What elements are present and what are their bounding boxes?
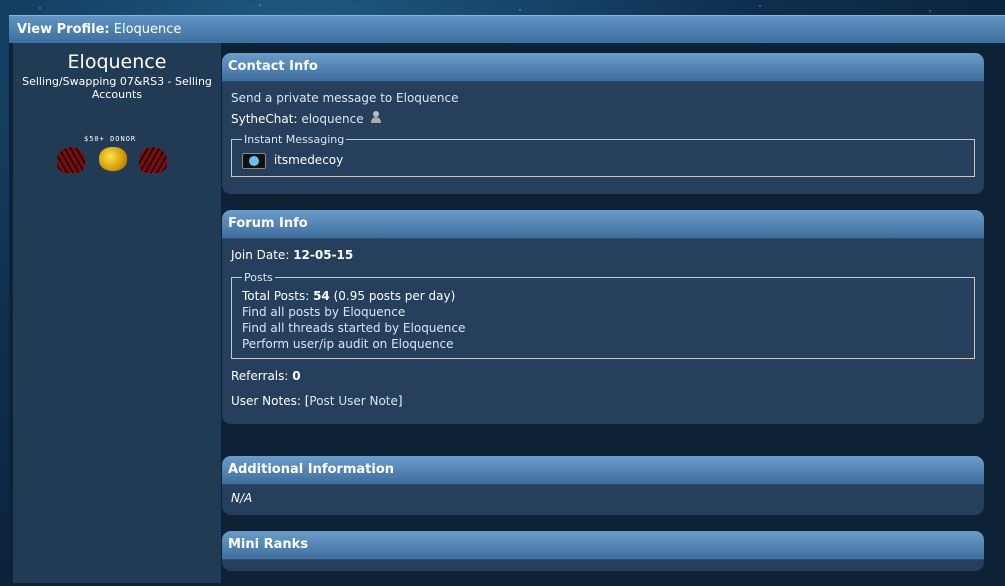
contact-info-header[interactable]: Contact Info (222, 53, 984, 82)
instant-messaging-legend: Instant Messaging (244, 133, 345, 146)
contact-info-panel: Contact Info Send a private message to E… (222, 53, 984, 194)
profile-username: Eloquence (67, 51, 167, 73)
profile-user-title: Selling/Swapping 07&RS3 - Selling Accoun… (22, 75, 212, 101)
page-titlebar: View Profile: Eloquence (9, 15, 1005, 43)
titlebar-username: Eloquence (113, 22, 182, 37)
additional-info-value: N/A (231, 491, 253, 505)
titlebar-label: View Profile: (17, 22, 110, 37)
find-threads-link[interactable]: Find all threads started by Eloquence (242, 321, 465, 335)
claw-icon (57, 147, 85, 173)
user-icon[interactable] (371, 111, 382, 123)
forum-info-panel: Forum Info Join Date: 12-05-15 Posts Tot… (222, 210, 984, 424)
skype-icon[interactable] (242, 152, 266, 169)
posts-fieldset: Posts Total Posts: 54 (0.95 posts per da… (231, 271, 975, 359)
additional-info-header[interactable]: Additional Information (222, 456, 984, 485)
gold-coins-icon (99, 147, 127, 171)
profile-sidebar: Eloquence Selling/Swapping 07&RS3 - Sell… (13, 43, 221, 583)
sythechat-value[interactable]: eloquence (301, 112, 363, 126)
donor-rank-image: $50+ DONOR (57, 135, 177, 179)
instant-messaging-fieldset: Instant Messaging itsmedecoy (231, 133, 975, 177)
mini-ranks-panel: Mini Ranks (222, 531, 984, 571)
join-date-value: 12-05-15 (293, 248, 354, 262)
additional-info-panel: Additional Information N/A (222, 456, 984, 515)
total-posts-label: Total Posts: (242, 289, 310, 303)
join-date-label: Join Date: (231, 248, 290, 262)
referrals-label: Referrals: (231, 369, 289, 383)
user-notes-label: User Notes: (231, 394, 301, 408)
forum-info-header[interactable]: Forum Info (222, 210, 984, 239)
posts-legend: Posts (244, 271, 273, 284)
posts-per-day: (0.95 posts per day) (333, 289, 456, 303)
find-posts-link[interactable]: Find all posts by Eloquence (242, 305, 405, 319)
skype-username[interactable]: itsmedecoy (274, 153, 343, 167)
sythechat-label: SytheChat: (231, 112, 298, 126)
total-posts-value: 54 (313, 289, 330, 303)
send-pm-link[interactable]: Send a private message to Eloquence (231, 91, 459, 105)
donor-rank-text: $50+ DONOR (84, 135, 137, 143)
referrals-value: 0 (292, 369, 301, 383)
post-user-note-link[interactable]: Post User Note (309, 394, 398, 408)
claw-icon (139, 147, 167, 173)
mini-ranks-header[interactable]: Mini Ranks (222, 531, 984, 560)
user-ip-audit-link[interactable]: Perform user/ip audit on Eloquence (242, 337, 454, 351)
user-notes-close-bracket: ] (397, 394, 403, 408)
